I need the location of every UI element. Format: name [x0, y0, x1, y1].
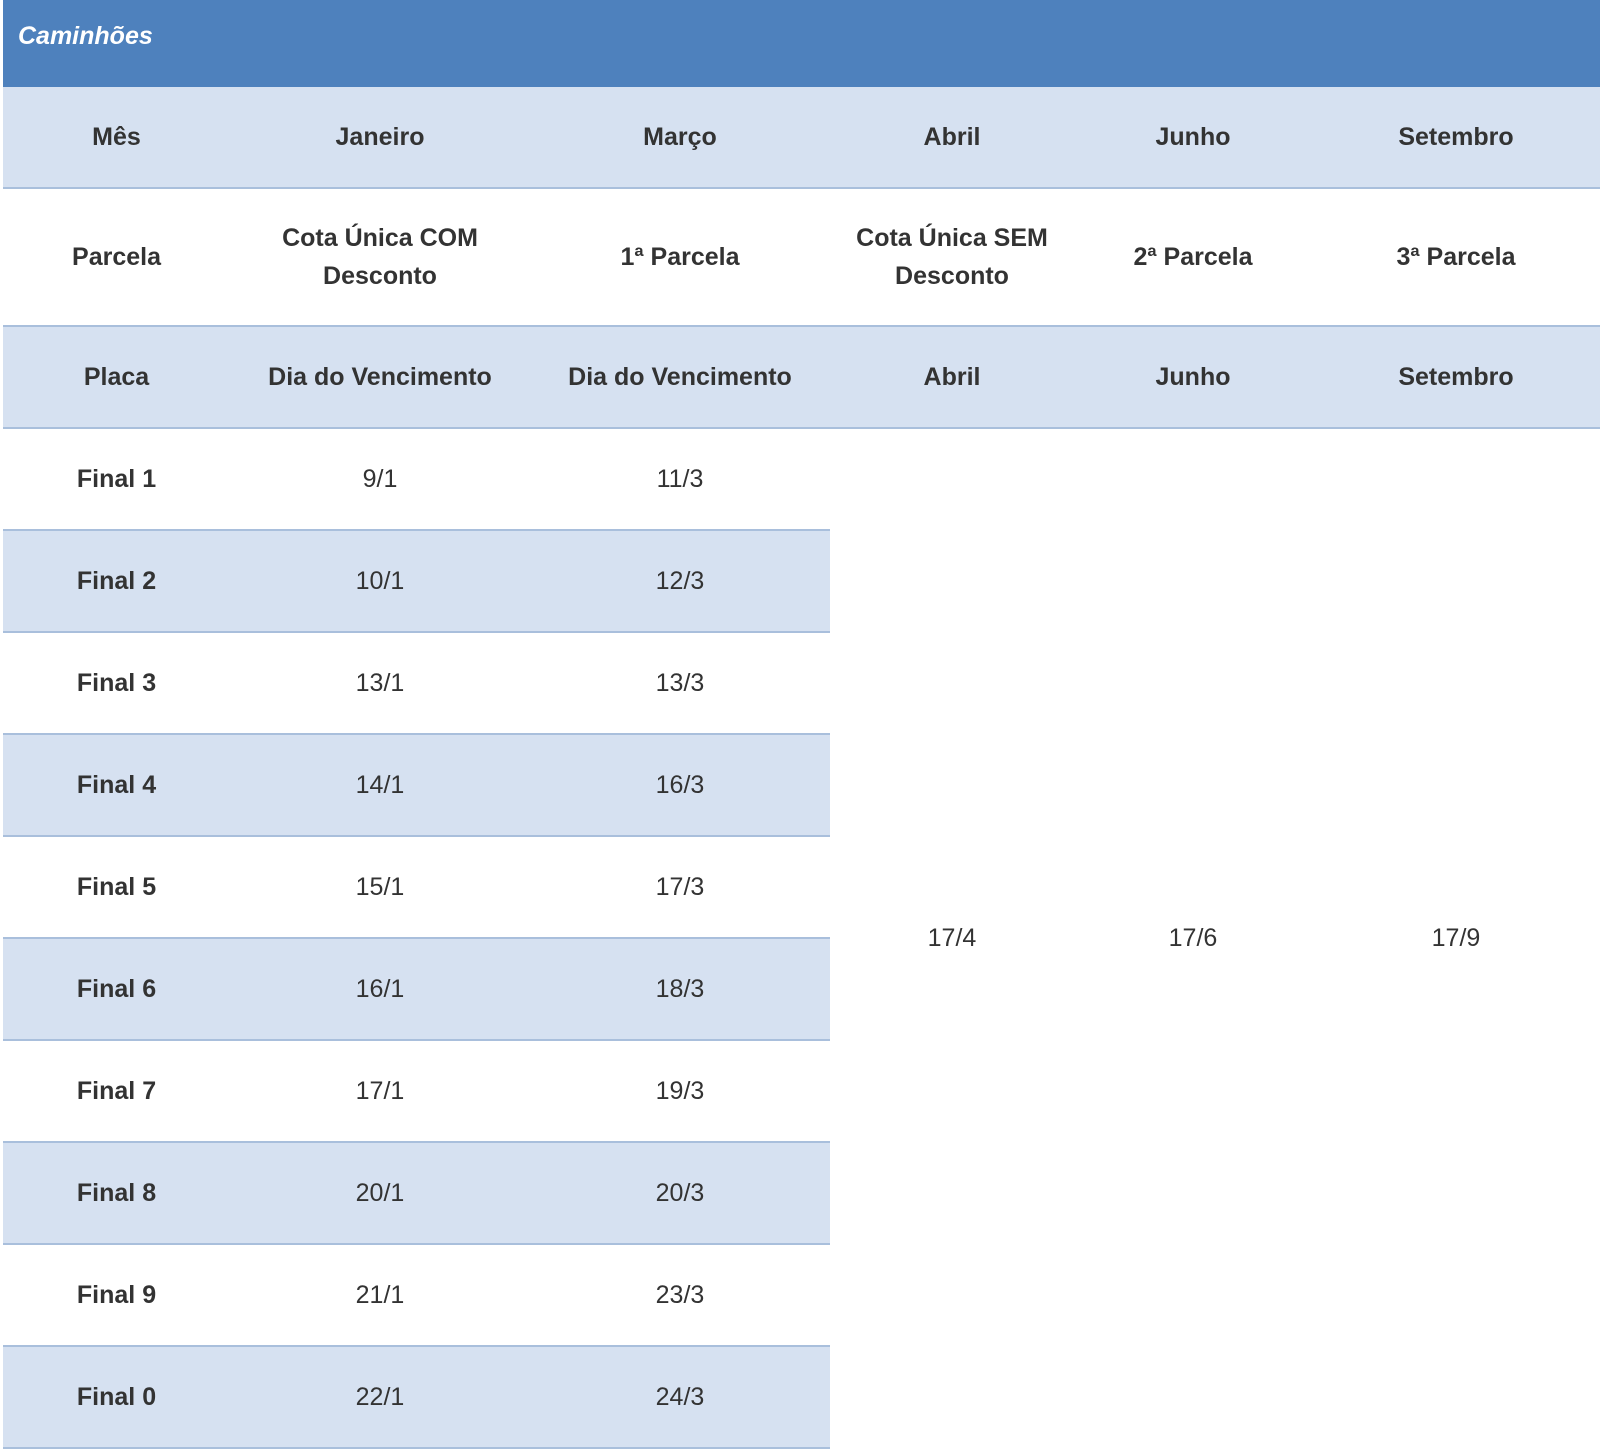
marco-date-cell: 24/3 [530, 1346, 830, 1449]
janeiro-date-cell: 22/1 [230, 1346, 530, 1449]
header-cell: Mês [3, 87, 230, 189]
header-cell: Abril [830, 87, 1074, 189]
janeiro-date-cell: 9/1 [230, 428, 530, 531]
table-row: Final 1 9/1 11/3 17/4 17/6 17/9 [3, 428, 1600, 1448]
placa-cell: Final 0 [3, 1346, 230, 1449]
setembro-date-cell: 17/9 [1312, 428, 1600, 1448]
header-cell: Placa [3, 326, 230, 429]
placa-cell: Final 1 [3, 428, 230, 531]
header-cell: Cota Única COM Desconto [230, 188, 530, 327]
marco-date-cell: 13/3 [530, 632, 830, 735]
marco-date-cell: 12/3 [530, 530, 830, 633]
header-cell: Dia do Vencimento [230, 326, 530, 429]
placa-cell: Final 3 [3, 632, 230, 735]
header-cell: 3ª Parcela [1312, 188, 1600, 327]
marco-date-cell: 18/3 [530, 938, 830, 1041]
placa-cell: Final 6 [3, 938, 230, 1041]
marco-date-cell: 19/3 [530, 1040, 830, 1143]
header-cell: Abril [830, 326, 1074, 429]
header-cell: Setembro [1312, 87, 1600, 189]
janeiro-date-cell: 21/1 [230, 1244, 530, 1347]
janeiro-date-cell: 16/1 [230, 938, 530, 1041]
janeiro-date-cell: 17/1 [230, 1040, 530, 1143]
table-title: Caminhões [18, 22, 153, 50]
table-title-bar: Caminhões [3, 0, 1600, 87]
marco-date-cell: 20/3 [530, 1142, 830, 1245]
marco-date-cell: 23/3 [530, 1244, 830, 1347]
janeiro-date-cell: 10/1 [230, 530, 530, 633]
header-cell: Março [530, 87, 830, 189]
janeiro-date-cell: 14/1 [230, 734, 530, 837]
junho-date-cell: 17/6 [1074, 428, 1312, 1448]
placa-cell: Final 2 [3, 530, 230, 633]
header-cell: 1ª Parcela [530, 188, 830, 327]
header-row-placa: Placa Dia do Vencimento Dia do Venciment… [3, 326, 1600, 429]
header-row-parcela: Parcela Cota Única COM Desconto 1ª Parce… [3, 188, 1600, 327]
abril-date-cell: 17/4 [830, 428, 1074, 1448]
header-cell: Setembro [1312, 326, 1600, 429]
header-cell-text: Cota Única COM Desconto [282, 224, 478, 290]
placa-cell: Final 7 [3, 1040, 230, 1143]
header-cell: Junho [1074, 87, 1312, 189]
placa-cell: Final 8 [3, 1142, 230, 1245]
header-cell: Janeiro [230, 87, 530, 189]
vencimento-table: Mês Janeiro Março Abril Junho Setembro P… [3, 87, 1600, 1449]
header-cell: Parcela [3, 188, 230, 327]
placa-cell: Final 5 [3, 836, 230, 939]
marco-date-cell: 17/3 [530, 836, 830, 939]
placa-cell: Final 9 [3, 1244, 230, 1347]
janeiro-date-cell: 20/1 [230, 1142, 530, 1245]
janeiro-date-cell: 15/1 [230, 836, 530, 939]
marco-date-cell: 16/3 [530, 734, 830, 837]
header-cell: 2ª Parcela [1074, 188, 1312, 327]
header-cell: Dia do Vencimento [530, 326, 830, 429]
marco-date-cell: 11/3 [530, 428, 830, 531]
schedule-page: Caminhões Mês Janeiro Março Abril Junho … [0, 0, 1600, 1449]
janeiro-date-cell: 13/1 [230, 632, 530, 735]
header-cell: Junho [1074, 326, 1312, 429]
placa-cell: Final 4 [3, 734, 230, 837]
header-cell: Cota Única SEM Desconto [830, 188, 1074, 327]
header-row-month: Mês Janeiro Março Abril Junho Setembro [3, 87, 1600, 189]
header-cell-text: Cota Única SEM Desconto [856, 224, 1048, 290]
